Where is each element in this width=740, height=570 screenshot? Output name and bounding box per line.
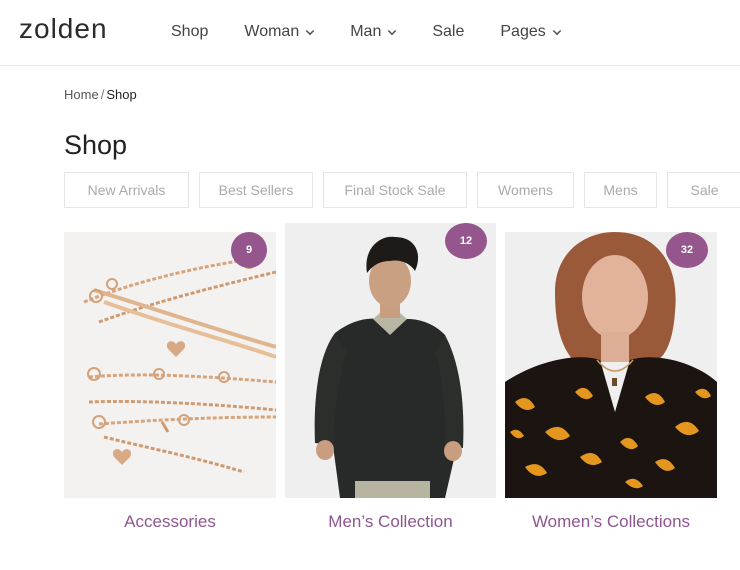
nav-item-woman[interactable]: Woman: [244, 23, 315, 41]
chain-necklaces-illustration: [64, 232, 276, 498]
page-title: Shop: [64, 130, 128, 160]
nav-item-label: Shop: [171, 23, 209, 40]
main-nav: Shop Woman Man Sale Pages: [171, 22, 597, 42]
item-count-badge: 9: [231, 232, 267, 268]
nav-item-shop[interactable]: Shop: [171, 23, 208, 41]
item-count-badge: 32: [666, 232, 708, 268]
collection-image[interactable]: [64, 232, 276, 498]
filter-womens[interactable]: Womens: [477, 172, 574, 208]
collection-card-womens[interactable]: 32 Women’s Collections: [505, 232, 717, 542]
woman-floral-dress-illustration: [505, 232, 717, 498]
collection-title[interactable]: Men’s Collection: [285, 512, 496, 532]
filter-tabs: New Arrivals Best Sellers Final Stock Sa…: [64, 172, 740, 208]
nav-item-label: Pages: [500, 23, 546, 40]
logo[interactable]: zolden: [19, 13, 108, 45]
filter-mens[interactable]: Mens: [584, 172, 657, 208]
collection-image[interactable]: [505, 232, 717, 498]
nav-item-label: Man: [350, 23, 382, 40]
nav-item-man[interactable]: Man: [350, 23, 397, 41]
collection-card-mens[interactable]: 12 Men’s Collection: [285, 223, 496, 542]
chevron-down-icon: [388, 26, 397, 35]
chevron-down-icon: [552, 26, 561, 35]
nav-item-sale[interactable]: Sale: [432, 23, 464, 41]
collection-title[interactable]: Women’s Collections: [505, 512, 717, 532]
chevron-down-icon: [305, 26, 315, 35]
filter-new-arrivals[interactable]: New Arrivals: [64, 172, 189, 208]
nav-item-label: Woman: [244, 23, 300, 40]
filter-sale[interactable]: Sale: [667, 172, 740, 208]
breadcrumb: Home / Shop: [64, 87, 137, 102]
breadcrumb-current: Shop: [106, 87, 137, 102]
filter-final-stock-sale[interactable]: Final Stock Sale: [323, 172, 467, 208]
collection-image[interactable]: [285, 223, 496, 498]
collection-card-accessories[interactable]: 9 Accessories: [64, 232, 276, 542]
site-header: zolden Shop Woman Man Sale Pages: [0, 0, 740, 66]
collection-title[interactable]: Accessories: [64, 512, 276, 532]
item-count-badge: 12: [445, 223, 487, 259]
man-in-sweater-illustration: [285, 223, 496, 498]
nav-item-pages[interactable]: Pages: [500, 23, 561, 41]
filter-best-sellers[interactable]: Best Sellers: [199, 172, 313, 208]
breadcrumb-home[interactable]: Home: [64, 87, 99, 102]
breadcrumb-separator: /: [100, 87, 105, 102]
nav-item-label: Sale: [432, 23, 465, 40]
